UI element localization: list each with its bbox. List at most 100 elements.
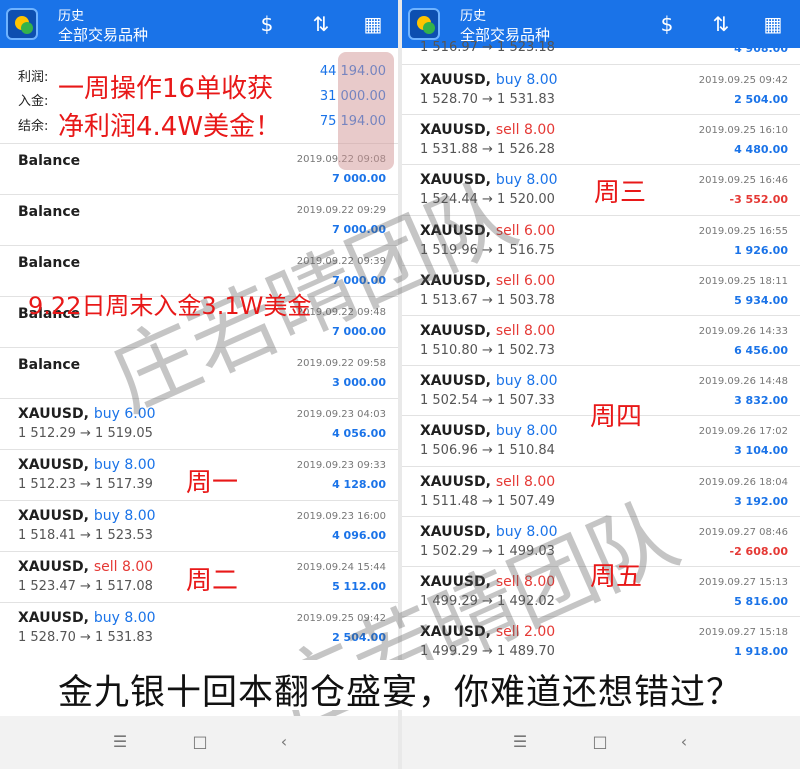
- deal-side: buy 8.00: [495, 172, 558, 189]
- deal-price: 1 506.96 → 1 510.84: [420, 443, 555, 459]
- deal-price: 1 528.70 → 1 531.83: [420, 92, 555, 107]
- headline-annotation: 一周操作16单收获: [58, 74, 274, 104]
- deal-time: 2019.09.27 15:18: [698, 627, 788, 639]
- deal-time: 2019.09.23 04:03: [296, 409, 386, 420]
- sort-icon[interactable]: ⇅: [306, 10, 336, 38]
- deal-symbol: XAUUSD, sell 8.00: [18, 559, 153, 575]
- deal-price: 1 516.97 → 1 523.18: [420, 40, 555, 55]
- deal-side: buy 8.00: [495, 373, 558, 390]
- back-icon[interactable]: ‹: [672, 730, 696, 754]
- deal-price: 1 512.29 → 1 519.05: [18, 426, 153, 441]
- deal-price: 1 531.88 → 1 526.28: [420, 142, 555, 158]
- deal-time: 2019.09.26 18:04: [698, 476, 788, 488]
- deal-time: 2019.09.23 16:00: [296, 511, 386, 522]
- day-annotation: 周四: [590, 402, 643, 432]
- deal-symbol-name: XAUUSD,: [420, 72, 491, 88]
- deal-symbol-name: XAUUSD,: [420, 373, 491, 390]
- deal-symbol-name: XAUUSD,: [420, 423, 491, 440]
- deal-side: sell 6.00: [495, 272, 556, 289]
- deal-profit: 4 480.00: [734, 143, 788, 157]
- day-annotation: 周三: [594, 178, 647, 208]
- deal-type: Balance: [18, 357, 81, 373]
- currency-exchange-icon[interactable]: $: [652, 10, 682, 38]
- deal-type: Balance: [18, 204, 81, 220]
- deal-time: 2019.09.26 14:48: [698, 376, 788, 388]
- deal-profit: 2 504.00: [734, 93, 788, 106]
- menu-icon[interactable]: ☰: [108, 730, 132, 754]
- deal-time: 2019.09.22 09:58: [296, 358, 386, 369]
- deal-profit: 4 056.00: [332, 427, 386, 440]
- deposit-label: 入金:: [18, 94, 49, 109]
- deal-profit: 3 192.00: [734, 494, 788, 508]
- home-icon[interactable]: □: [188, 730, 212, 754]
- deal-symbol-name: XAUUSD,: [18, 610, 89, 626]
- deal-time: 2019.09.27 08:46: [698, 526, 788, 538]
- calendar-icon[interactable]: ▦: [358, 10, 388, 38]
- deal-time: 2019.09.25 16:55: [698, 225, 788, 237]
- deal-type: Balance: [18, 255, 81, 271]
- system-nav-bar: ☰ □ ‹: [402, 716, 800, 769]
- list-item[interactable]: XAUUSD, sell 8.00 1 510.80 → 1 502.73 2019…: [402, 315, 800, 366]
- list-item-partial[interactable]: 1 516.97 → 1 523.18 4 908.00: [402, 40, 800, 64]
- deal-side: buy 8.00: [93, 610, 156, 626]
- deal-profit: 4 096.00: [332, 529, 386, 542]
- deal-side: sell 8.00: [93, 559, 154, 575]
- seal-stamp: [338, 52, 394, 170]
- app-subtitle[interactable]: 全部交易品种: [58, 24, 148, 45]
- deal-profit: -2 608.00: [729, 544, 789, 558]
- deal-symbol: XAUUSD, buy 8.00: [420, 72, 558, 88]
- list-item[interactable]: XAUUSD, buy 8.00 1 518.41 → 1 523.53 2019.…: [0, 500, 398, 551]
- deal-profit: 3 000.00: [332, 376, 386, 389]
- deal-profit: 5 816.00: [734, 595, 788, 608]
- sort-icon[interactable]: ⇅: [706, 10, 736, 38]
- day-annotation: 周五: [590, 562, 643, 592]
- day-annotation: 周二: [186, 566, 239, 596]
- deal-profit: -3 552.00: [729, 193, 789, 207]
- deal-symbol: XAUUSD, buy 8.00: [420, 373, 558, 389]
- deal-symbol-name: XAUUSD,: [18, 508, 89, 524]
- deal-symbol: XAUUSD, buy 8.00: [18, 610, 156, 626]
- headline-annotation: 净利润4.4W美金！: [58, 112, 282, 142]
- deal-profit: 6 456.00: [734, 344, 788, 357]
- home-icon[interactable]: □: [588, 730, 612, 754]
- deal-symbol: XAUUSD, sell 8.00: [420, 323, 555, 339]
- deal-symbol: XAUUSD, buy 8.00: [18, 457, 156, 473]
- promo-banner: 金九银十回本翻仓盛宴，你难道还想错过？: [57, 673, 742, 713]
- deal-profit: 4 128.00: [332, 478, 386, 491]
- deal-time: 2019.09.26 14:33: [698, 326, 788, 337]
- deal-profit: 3 832.00: [734, 394, 788, 408]
- deal-price: 1 502.54 → 1 507.33: [420, 393, 555, 409]
- deal-symbol-name: XAUUSD,: [420, 473, 491, 490]
- app-logo-icon[interactable]: [408, 8, 440, 40]
- profit-label: 利润:: [18, 70, 49, 85]
- day-annotation: 周一: [186, 468, 239, 498]
- deal-time: 2019.09.25 18:11: [698, 275, 788, 287]
- deal-price: 1 523.47 → 1 517.08: [18, 579, 153, 594]
- deposit-annotation: 9.22日周末入金3.1W美金: [28, 292, 312, 320]
- calendar-icon[interactable]: ▦: [758, 10, 788, 38]
- deal-symbol: XAUUSD, buy 8.00: [18, 508, 156, 524]
- app-title: 历史: [460, 9, 487, 24]
- deal-time: 2019.09.26 17:02: [698, 426, 788, 438]
- deal-profit: 1 926.00: [734, 243, 788, 257]
- deal-time: 2019.09.25 16:10: [698, 125, 788, 137]
- system-nav-bar: ☰ □ ‹: [0, 716, 398, 769]
- back-icon[interactable]: ‹: [272, 730, 296, 754]
- deal-side: sell 8.00: [495, 473, 556, 490]
- list-item[interactable]: XAUUSD, buy 8.00 1 528.70 → 1 531.83 2019.…: [402, 64, 800, 115]
- deal-side: buy 8.00: [495, 423, 558, 440]
- app-logo-icon[interactable]: [6, 8, 38, 40]
- deal-price: 1 528.70 → 1 531.83: [18, 630, 153, 645]
- balance-label: 结余:: [18, 119, 49, 134]
- deal-symbol-name: XAUUSD,: [420, 122, 491, 139]
- deal-symbol-name: XAUUSD,: [18, 559, 89, 575]
- currency-exchange-icon[interactable]: $: [252, 10, 282, 38]
- deal-time: 2019.09.24 15:44: [296, 562, 386, 573]
- deal-time: 2019.09.23 09:33: [296, 460, 386, 471]
- deal-profit: 7 000.00: [332, 172, 386, 185]
- menu-icon[interactable]: ☰: [508, 730, 532, 754]
- deal-price: 1 511.48 → 1 507.49: [420, 493, 555, 509]
- deal-side: buy 8.00: [93, 508, 156, 524]
- deal-time: 2019.09.27 15:13: [698, 577, 788, 588]
- deal-profit: 1 918.00: [734, 645, 788, 659]
